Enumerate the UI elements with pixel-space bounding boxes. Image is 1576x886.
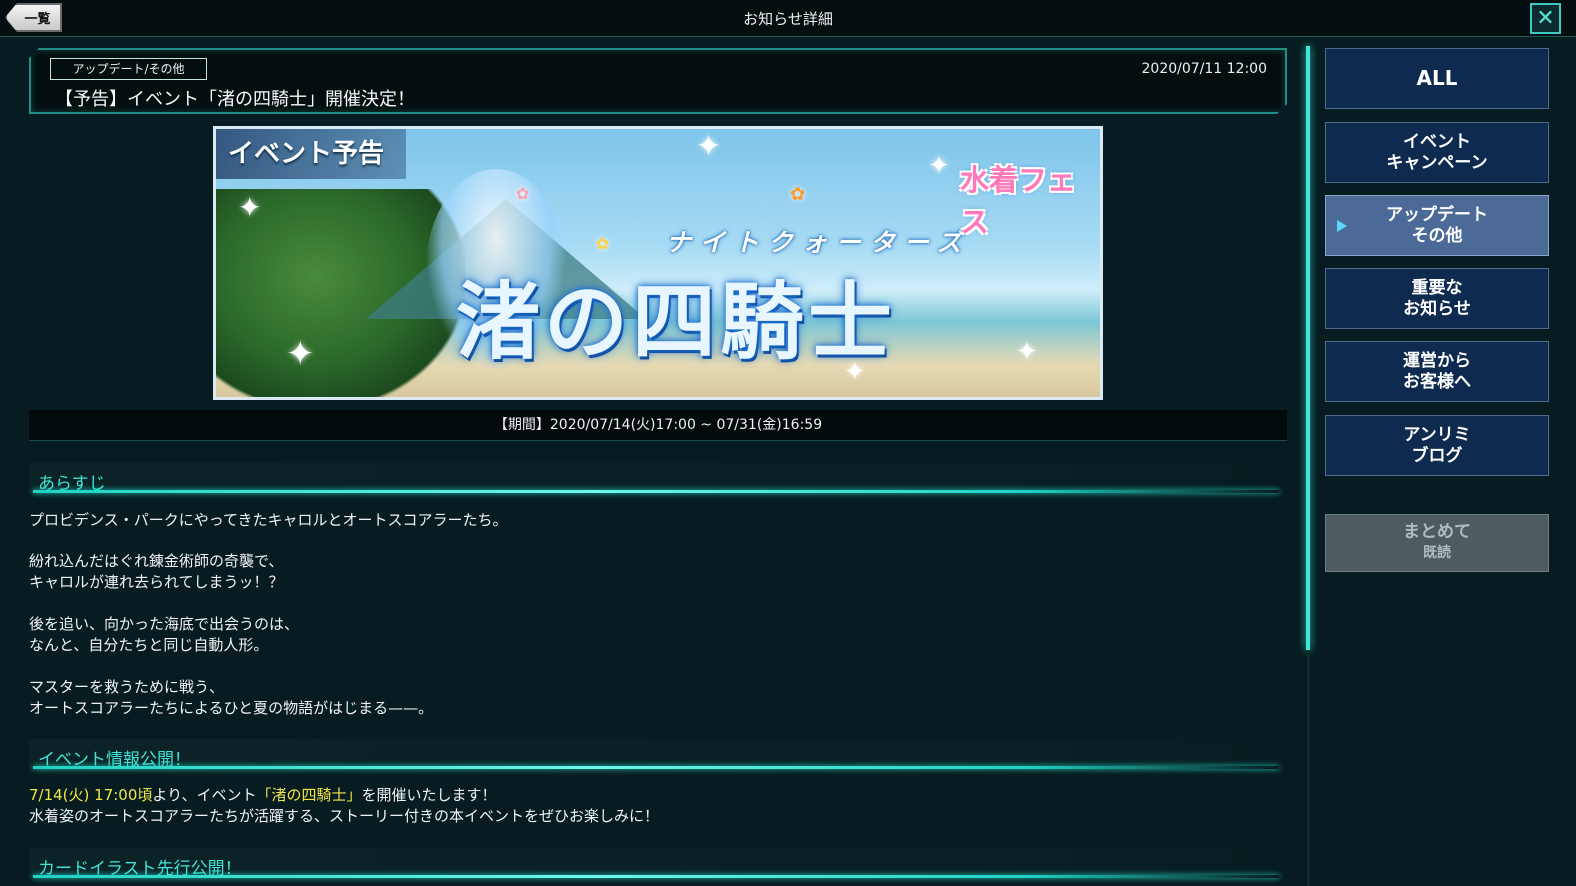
- page-title: お知らせ詳細: [743, 10, 833, 28]
- sparkle-icon: ✦: [1016, 337, 1038, 367]
- event-banner: イベント予告 ナイトクォーターズ 渚の四騎士 水着フェス ✦ ✦ ✦ ✦ ✦ ✦…: [213, 126, 1103, 400]
- notice-date: 2020/07/11 12:00: [1141, 61, 1267, 77]
- notice-title: 【予告】イベント「渚の四騎士」開催決定！: [55, 89, 415, 110]
- synopsis-line: 紛れ込んだはぐれ錬金術師の奇襲で、: [29, 552, 284, 570]
- synopsis-line: なんと、自分たちと同じ自動人形。: [29, 636, 269, 654]
- filter-label: アンリミ ブログ: [1403, 424, 1471, 466]
- sparkle-icon: ✦: [286, 334, 315, 374]
- filter-event-campaign-button[interactable]: イベント キャンペーン: [1325, 122, 1549, 183]
- filter-label: ALL: [1416, 66, 1458, 90]
- event-period: 【期間】2020/07/14(火)17:00 ~ 07/31(金)16:59: [29, 410, 1287, 441]
- mark-all-read-button[interactable]: まとめて 既読: [1325, 514, 1549, 572]
- banner-ruby: ナイトクォーターズ: [666, 228, 971, 257]
- flower-icon: ✿: [516, 184, 530, 203]
- filter-update-other-button[interactable]: アップデート その他: [1325, 195, 1549, 256]
- festival-logo: 水着フェス: [960, 163, 1077, 239]
- close-icon[interactable]: ✕: [1530, 3, 1561, 34]
- section-heading-label: あらすじ: [38, 474, 106, 494]
- section-heading-synopsis: あらすじ: [29, 463, 1287, 494]
- filter-all-button[interactable]: ALL: [1325, 48, 1549, 109]
- flower-icon: ✿: [790, 184, 806, 205]
- synopsis-line: キャロルが連れ去られてしまうッ！？: [29, 573, 284, 591]
- scrollbar-track[interactable]: [1307, 650, 1310, 886]
- top-bar: 一覧 お知らせ詳細 ✕: [0, 0, 1576, 37]
- synopsis-line: マスターを救うために戦う、: [29, 678, 225, 696]
- section-heading-event-info: イベント情報公開！: [29, 739, 1287, 770]
- section-heading-card-illust: カードイラスト先行公開！: [29, 848, 1287, 879]
- event-name-highlight: 「渚の四騎士」: [256, 786, 362, 804]
- event-info-line: 7/14(火) 17:00頃より、イベント「渚の四騎士」を開催いたします！: [29, 785, 497, 806]
- filter-label: アップデート その他: [1386, 204, 1488, 246]
- notice-header: アップデート/その他 2020/07/11 12:00 【予告】イベント「渚の四…: [29, 48, 1287, 114]
- banner-main-title: 渚の四騎士: [456, 273, 897, 371]
- selected-arrow-icon: [1337, 220, 1347, 232]
- notice-content[interactable]: アップデート/その他 2020/07/11 12:00 【予告】イベント「渚の四…: [29, 38, 1287, 886]
- sparkle-icon: ✦: [844, 357, 866, 387]
- event-start-time: 7/14(火) 17:00頃: [29, 786, 153, 804]
- sparkle-icon: ✦: [928, 151, 950, 181]
- synopsis-line: オートスコアラーたちによるひと夏の物語がはじまる——。: [29, 699, 434, 717]
- filter-label: まとめて 既読: [1403, 522, 1471, 561]
- sparkle-icon: ✦: [696, 129, 722, 164]
- banner-tag: イベント予告: [216, 129, 406, 179]
- filter-label: 重要な お知らせ: [1403, 277, 1471, 319]
- sparkle-icon: ✦: [238, 191, 262, 224]
- filter-blog-button[interactable]: アンリミ ブログ: [1325, 415, 1549, 476]
- filter-label: 運営から お客様へ: [1403, 350, 1471, 392]
- scrollbar-thumb[interactable]: [1306, 46, 1310, 650]
- filter-important-button[interactable]: 重要な お知らせ: [1325, 268, 1549, 329]
- synopsis-line: 後を追い、向かった海底で出会うのは、: [29, 615, 300, 633]
- section-heading-label: イベント情報公開！: [38, 750, 191, 770]
- event-info-line: 水着姿のオートスコアラーたちが活躍する、ストーリー付きの本イベントをぜひお楽しみ…: [29, 807, 660, 825]
- section-heading-label: カードイラスト先行公開！: [38, 859, 242, 879]
- filter-operations-button[interactable]: 運営から お客様へ: [1325, 341, 1549, 402]
- synopsis-line: プロビデンス・パークにやってきたキャロルとオートスコアラーたち。: [29, 511, 508, 529]
- flower-icon: ✿: [596, 234, 610, 253]
- category-tag: アップデート/その他: [50, 58, 207, 80]
- filter-label: イベント キャンペーン: [1386, 131, 1488, 173]
- event-info-text: を開催いたします！: [361, 786, 497, 804]
- event-info-text: より、イベント: [152, 786, 257, 804]
